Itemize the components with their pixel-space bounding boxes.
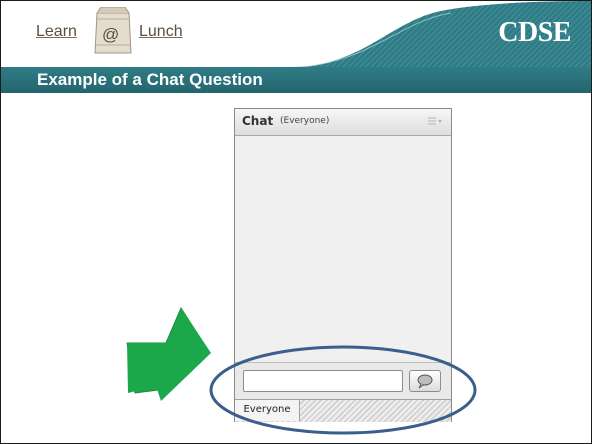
chat-title: Chat	[242, 114, 274, 128]
logo-learn-text: Learn	[36, 23, 77, 40]
cdse-logo: CDSE	[498, 17, 571, 48]
logo-lunch-text: Lunch	[139, 23, 183, 40]
tab-everyone[interactable]: Everyone	[235, 400, 300, 421]
logo-at-text: @	[102, 25, 120, 44]
slide-header: Learn @ Lunch CDSE	[1, 1, 591, 67]
options-menu-icon[interactable]	[427, 115, 443, 127]
slide-title-bar: Example of a Chat Question	[1, 67, 591, 93]
chat-header: Chat (Everyone)	[235, 109, 451, 136]
green-arrow-icon	[126, 306, 211, 401]
presentation-slide: Learn @ Lunch CDSE Example of a Chat Que…	[0, 0, 592, 444]
chat-pod: Chat (Everyone) Everyone	[234, 108, 452, 422]
chat-input-row	[235, 362, 451, 399]
chat-scope-label: (Everyone)	[280, 116, 330, 126]
learn-at-lunch-logo: Learn @ Lunch	[36, 7, 196, 54]
chat-message-area[interactable]	[235, 136, 451, 362]
speech-bubble-icon	[417, 374, 433, 389]
chat-message-input[interactable]	[243, 370, 403, 392]
chat-tab-bar: Everyone	[235, 399, 451, 422]
send-message-button[interactable]	[409, 370, 441, 392]
slide-title: Example of a Chat Question	[37, 70, 263, 89]
